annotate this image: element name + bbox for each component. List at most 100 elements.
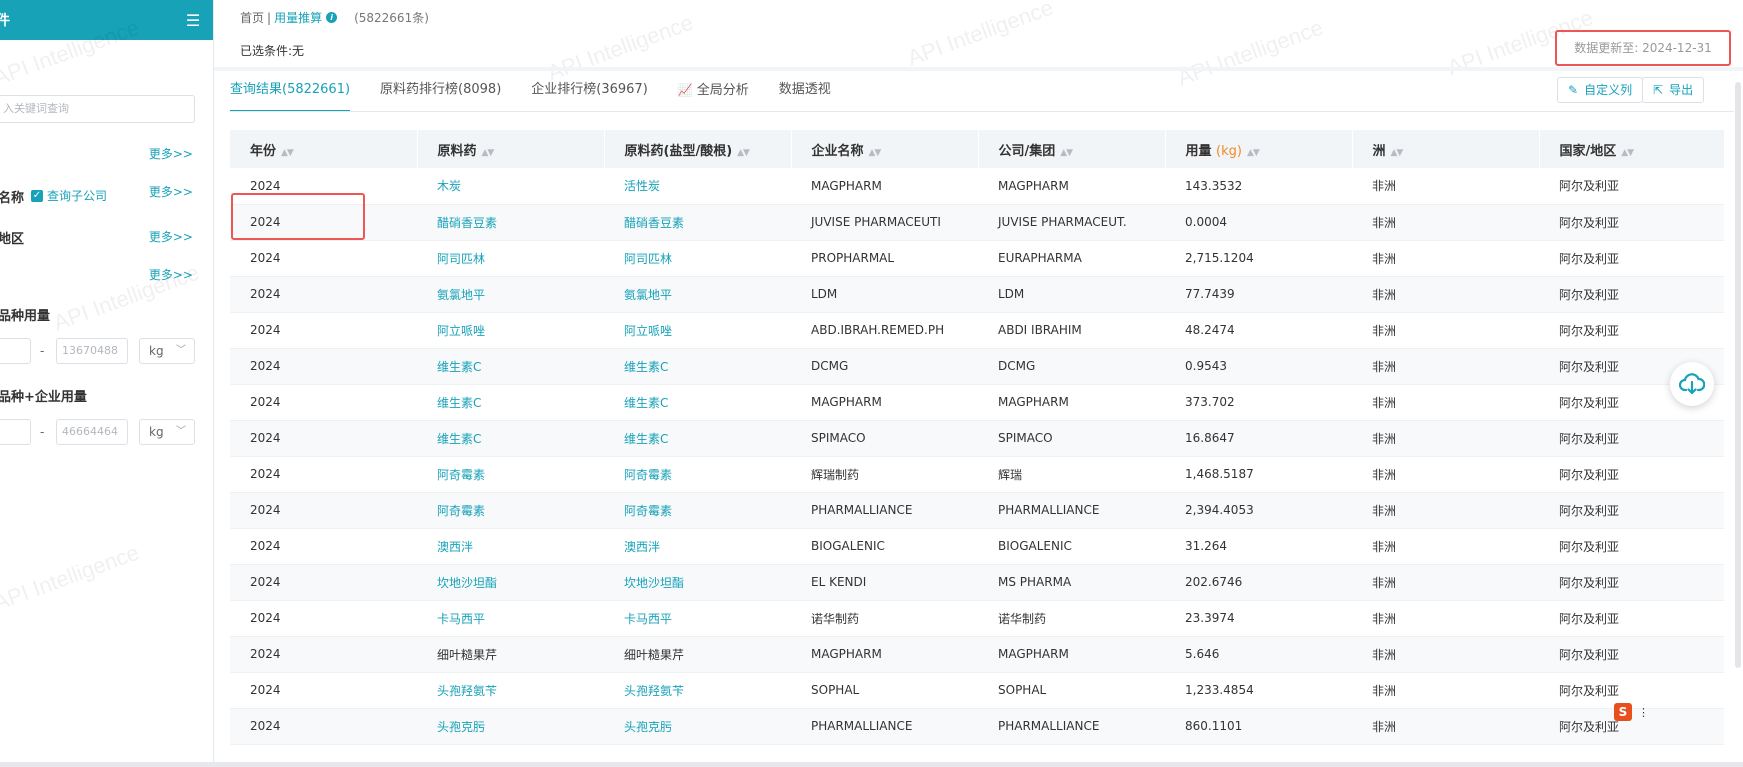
table-cell[interactable]: 头孢克肟 [417,708,604,745]
table-row[interactable]: 2024 坎地沙坦酯 坎地沙坦酯 EL KENDI MS PHARMA 202.6746 非… [230,564,1724,601]
keyword-search-input[interactable]: 入关键词查询 [0,95,195,123]
table-cell[interactable]: 醋硝香豆素 [417,204,604,241]
table-cell[interactable]: 澳西泮 [417,528,604,565]
table-cell[interactable]: 阿奇霉素 [604,456,791,493]
table-row[interactable]: 2024 澳西泮 澳西泮 BIOGALENIC BIOGALENIC 31.264 非洲 阿尔… [230,528,1724,565]
table-cell[interactable]: 坎地沙坦酯 [604,564,791,601]
list-icon[interactable]: ☰ [185,11,201,30]
variety-usage-min-input[interactable] [0,338,31,364]
table-cell: 阿尔及利亚 [1539,240,1724,277]
table-cell[interactable]: 卡马西平 [604,600,791,637]
sort-icon[interactable]: ▲▼ [1247,148,1260,158]
table-cell: 48.2474 [1165,312,1352,349]
column-header[interactable]: 年份 ▲▼ [230,130,418,168]
table-cell[interactable]: 氨氯地平 [417,276,604,313]
breadcrumb-home[interactable]: 首页 [240,9,264,26]
table-row[interactable]: 2024 头孢克肟 头孢克肟 PHARMALLIANCE PHARMALLIANCE 86… [230,708,1724,745]
table-cell[interactable]: 阿奇霉素 [417,456,604,493]
table-row[interactable]: 2024 维生素C 维生素C DCMG DCMG 0.9543 非洲 阿尔及利亚 [230,348,1724,385]
export-button[interactable]: ⇱ 导出 [1642,77,1705,103]
table-cell: 16.8647 [1165,420,1352,457]
sort-icon[interactable]: ▲▼ [1060,148,1073,158]
selected-conditions: 已选条件:无 [240,44,305,58]
tab-api-ranking[interactable]: 原料药排行榜(8098) [380,78,501,112]
table-cell[interactable]: 维生素C [417,384,604,421]
table-row[interactable]: 2024 维生素C 维生素C MAGPHARM MAGPHARM 373.702 非洲 阿尔及… [230,384,1724,421]
table-cell[interactable]: 木炭 [417,168,604,205]
table-row[interactable]: 2024 木炭 活性炭 MAGPHARM MAGPHARM 143.3532 非洲 阿尔及利亚 [230,168,1724,205]
table-cell[interactable]: 头孢羟氨苄 [604,672,791,709]
info-icon[interactable]: i [326,12,338,23]
more-link-2[interactable]: 更多>> [149,183,193,200]
table-cell[interactable]: 阿立哌唑 [604,312,791,349]
table-cell[interactable]: 头孢羟氨苄 [417,672,604,709]
table-cell: 辉瑞 [978,456,1165,493]
table-row[interactable]: 2024 细叶糙果芹 细叶糙果芹 MAGPHARM MAGPHARM 5.646 非洲 阿尔及… [230,636,1724,673]
tab-query-results[interactable]: 查询结果(5822661) [230,78,351,112]
table-cell[interactable]: 维生素C [604,384,791,421]
more-link-4[interactable]: 更多>> [149,266,193,283]
table-cell[interactable]: 阿司匹林 [417,240,604,277]
table-row[interactable]: 2024 头孢羟氨苄 头孢羟氨苄 SOPHAL SOPHAL 1,233.4854 非洲 阿尔… [230,672,1724,709]
table-cell[interactable]: 维生素C [604,348,791,385]
column-header[interactable]: 洲 ▲▼ [1352,130,1540,168]
table-row[interactable]: 2024 阿立哌唑 阿立哌唑 ABD.IBRAH.REMED.PH ABDI IBRAH… [230,312,1724,349]
table-cell[interactable]: 阿立哌唑 [417,312,604,349]
unit-select-value: kg [149,344,164,358]
sort-icon[interactable]: ▲▼ [281,148,294,158]
variety-company-usage-max-input[interactable]: 46664464 [56,419,128,445]
table-cell[interactable]: 活性炭 [604,168,791,205]
table-cell[interactable]: 澳西泮 [604,528,791,565]
column-header[interactable]: 原料药(盐型/酸根) ▲▼ [604,130,792,168]
table-cell[interactable]: 头孢克肟 [604,708,791,745]
variety-usage-unit-select[interactable]: kg ﹀ [139,338,195,364]
table-row[interactable]: 2024 阿司匹林 阿司匹林 PROPHARMAL EURAPHARMA 2,715.12… [230,240,1724,277]
cloud-download-button[interactable] [1670,362,1714,406]
table-row[interactable]: 2024 卡马西平 卡马西平 诺华制药 诺华制药 23.3974 非洲 阿尔及利亚 [230,600,1724,637]
sort-icon[interactable]: ▲▼ [737,148,750,158]
tab-pivot[interactable]: 数据透视 [779,78,831,112]
custom-columns-button[interactable]: ✎ 自定义列 [1557,77,1644,103]
table-row[interactable]: 2024 维生素C 维生素C SPIMACO SPIMACO 16.8647 非洲 阿尔及利亚 [230,420,1724,457]
ime-indicator[interactable]: S ⋮ [1614,703,1649,721]
sort-icon[interactable]: ▲▼ [1391,148,1404,158]
sort-icon[interactable]: ▲▼ [482,148,495,158]
variety-company-usage-unit-select[interactable]: kg ﹀ [139,419,195,445]
sort-icon[interactable]: ▲▼ [1621,148,1634,158]
column-header[interactable]: 企业名称 ▲▼ [791,130,979,168]
more-link-1[interactable]: 更多>> [149,145,193,162]
table-cell: 2024 [230,456,417,493]
column-header[interactable]: 公司/集团 ▲▼ [978,130,1166,168]
table-row[interactable]: 2024 阿奇霉素 阿奇霉素 辉瑞制药 辉瑞 1,468.5187 非洲 阿尔及利亚 [230,456,1724,493]
table-cell[interactable]: 氨氯地平 [604,276,791,313]
column-header[interactable]: 原料药 ▲▼ [417,130,605,168]
subsidiary-checkbox[interactable]: ✓ 查询子公司 [31,187,107,204]
table-row[interactable]: 2024 醋硝香豆素 醋硝香豆素 JUVISE PHARMACEUTI JUVISE P… [230,204,1724,241]
variety-company-usage-label: 品种+企业用量 [0,390,87,405]
scrollbar[interactable] [1735,82,1741,668]
tab-company-ranking[interactable]: 企业排行榜(36967) [531,78,648,112]
table-row[interactable]: 2024 氨氯地平 氨氯地平 LDM LDM 77.7439 非洲 阿尔及利亚 [230,276,1724,313]
table-cell[interactable]: 卡马西平 [417,600,604,637]
table-cell[interactable]: 维生素C [417,420,604,457]
column-header[interactable]: 用量 (kg) ▲▼ [1165,130,1353,168]
table-cell[interactable]: 维生素C [417,348,604,385]
table-cell[interactable]: 维生素C [604,420,791,457]
variety-usage-max-input[interactable]: 13670488 [56,338,128,364]
table-cell[interactable]: 坎地沙坦酯 [417,564,604,601]
column-header[interactable]: 国家/地区 ▲▼ [1539,130,1724,168]
table-cell[interactable]: 阿奇霉素 [417,492,604,529]
table-cell[interactable]: 醋硝香豆素 [604,204,791,241]
variety-company-usage-min-input[interactable] [0,419,31,445]
table-cell[interactable]: 阿奇霉素 [604,492,791,529]
more-link-3[interactable]: 更多>> [149,228,193,245]
table-cell: 非洲 [1352,240,1539,277]
tab-global-analysis[interactable]: 📈 全局分析 [678,78,749,112]
table-cell: 阿尔及利亚 [1539,168,1724,205]
table-row[interactable]: 2024 阿奇霉素 阿奇霉素 PHARMALLIANCE PHARMALLIANCE 2,… [230,492,1724,529]
table-cell[interactable]: 阿司匹林 [604,240,791,277]
table-cell: DCMG [978,348,1165,385]
sort-icon[interactable]: ▲▼ [869,148,882,158]
table-cell: SPIMACO [791,420,978,457]
table-cell: 2024 [230,636,417,673]
